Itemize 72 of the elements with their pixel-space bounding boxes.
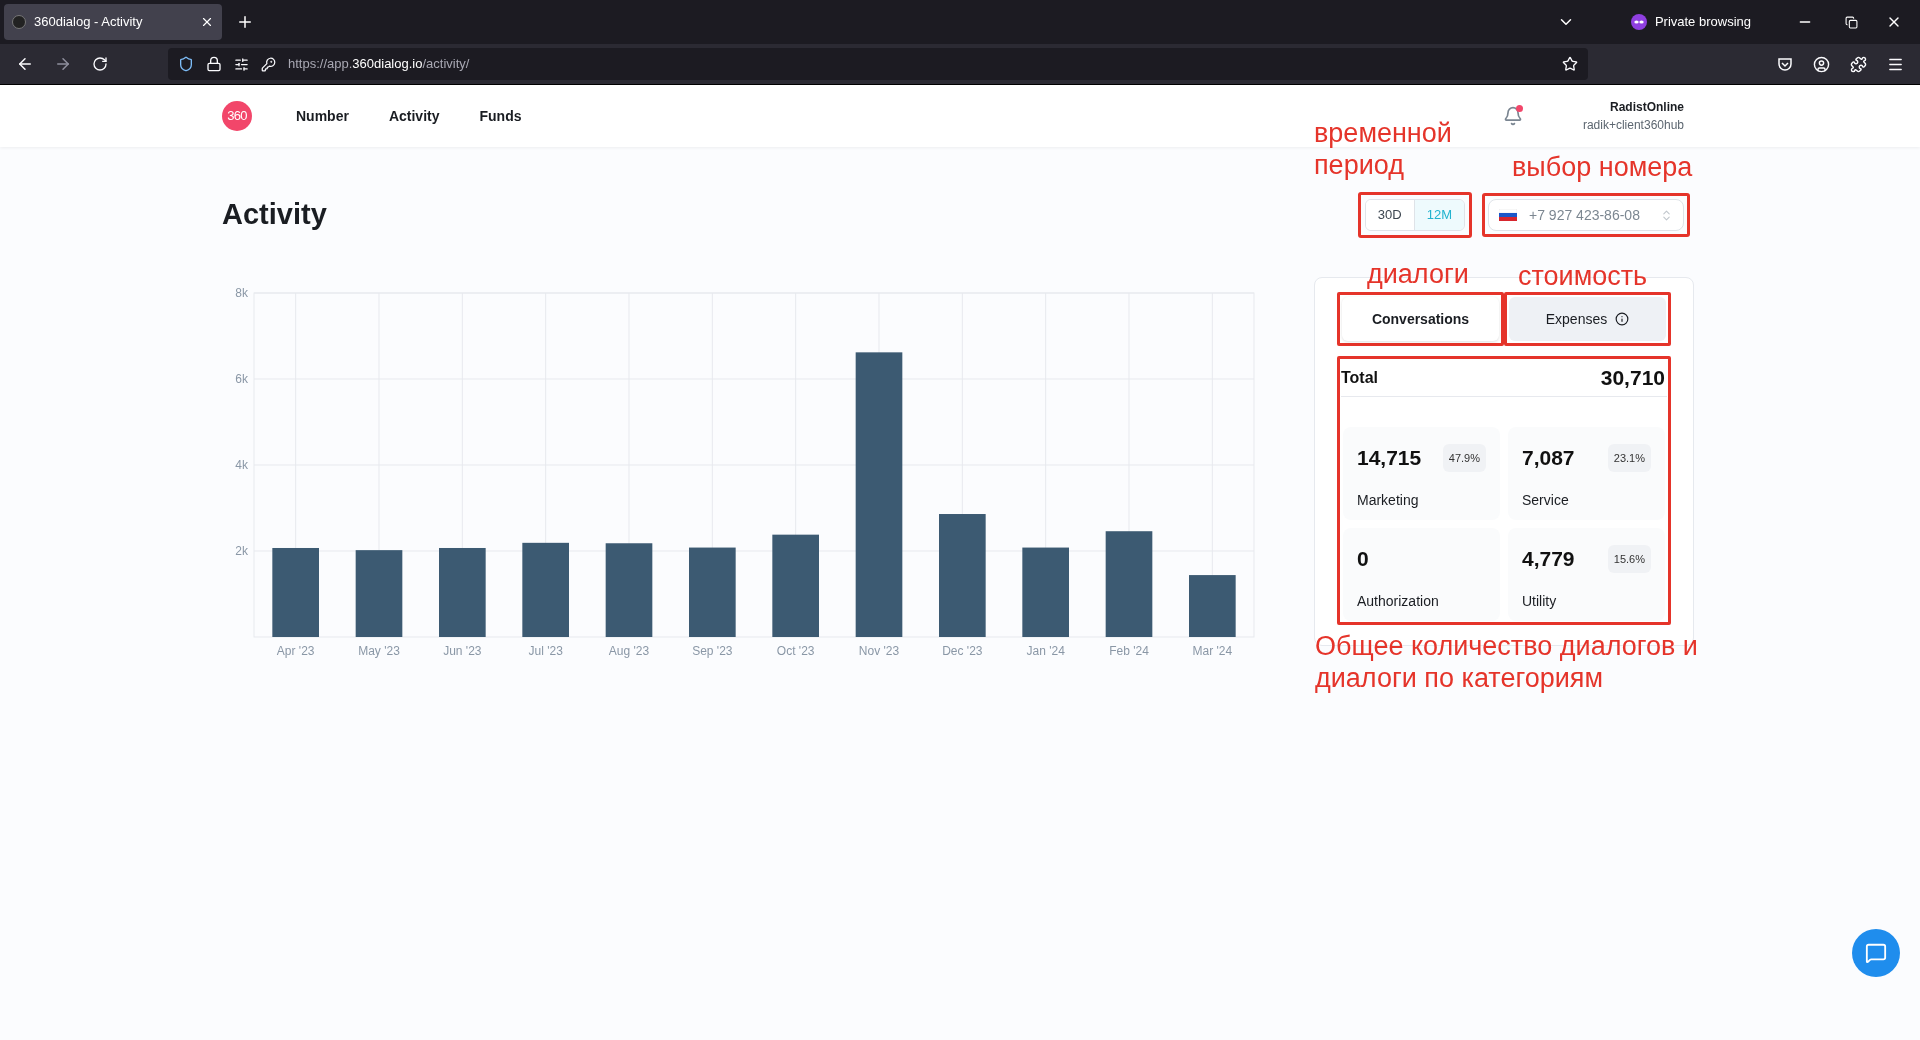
x-axis-label: Oct '23 [776, 644, 815, 658]
y-axis-label: 8k [235, 286, 248, 300]
private-browsing-label: Private browsing [1654, 13, 1751, 32]
share-badge: 23.1% [1607, 443, 1651, 472]
logo[interactable]: 360 [222, 101, 252, 131]
x-axis-label: Nov '23 [858, 644, 900, 658]
address-bar[interactable]: https://app.360dialog.io/activity/ [168, 48, 1588, 80]
category-label: Marketing [1357, 490, 1420, 510]
pocket-icon[interactable] [1777, 56, 1793, 72]
x-axis-label: Apr '23 [276, 644, 315, 658]
x-axis-label: Jan '24 [1026, 644, 1065, 658]
phone-select[interactable]: +7 927 423-86-08 [1488, 199, 1684, 231]
tab-title: 360dialog - Activity [34, 13, 144, 32]
y-axis-label: 6k [235, 372, 248, 386]
category-label: Utility [1522, 591, 1558, 611]
new-tab-icon[interactable] [236, 13, 254, 31]
restore-icon[interactable] [1845, 15, 1858, 29]
category-count: 4,779 [1522, 546, 1575, 572]
total-label: Total [1341, 367, 1379, 388]
key-icon[interactable] [261, 56, 276, 72]
info-icon [1615, 312, 1630, 326]
x-axis-label: May '23 [358, 644, 400, 658]
close-icon[interactable] [200, 15, 214, 29]
bookmark-star-icon[interactable] [1562, 56, 1578, 72]
x-axis-label: Jul '23 [528, 644, 563, 658]
user-name: RadistOnline [1610, 99, 1684, 116]
lock-icon[interactable] [206, 56, 222, 72]
browser-tab[interactable]: 360dialog - Activity [4, 4, 222, 40]
annotation-text: выбор номера [1512, 151, 1693, 183]
annotation-text: временной период [1314, 117, 1453, 181]
x-axis-label: Mar '24 [1192, 644, 1233, 658]
tab[interactable]: Conversations [1342, 297, 1499, 341]
page-title: Activity [222, 197, 328, 233]
share-badge: 47.9% [1442, 443, 1486, 472]
extensions-icon[interactable] [1850, 55, 1867, 73]
nav-link[interactable]: Number [296, 105, 349, 127]
annotation-text: Общее количество диалогов и диалоги по категориям [1315, 630, 1699, 694]
user-email: radik+client360hub [1582, 117, 1684, 134]
category-label: Authorization [1357, 591, 1440, 611]
select-caret-icon [1660, 208, 1673, 222]
account-icon[interactable] [1813, 55, 1830, 73]
x-axis-label: Dec '23 [942, 644, 983, 658]
annotation-text: диалоги [1367, 258, 1469, 290]
x-axis-label: Jun '23 [443, 644, 482, 658]
notification-bell[interactable] [1502, 106, 1523, 126]
category-count: 0 [1357, 546, 1369, 572]
chat-button[interactable] [1852, 929, 1900, 977]
phone-number: +7 927 423-86-08 [1529, 205, 1641, 225]
share-badge: 15.6% [1607, 544, 1651, 573]
x-axis-label: Sep '23 [692, 644, 733, 658]
tab[interactable]: Expenses [1509, 297, 1666, 341]
x-axis-label: Feb '24 [1109, 644, 1149, 658]
nav-link[interactable]: Funds [479, 105, 522, 127]
back-icon[interactable] [16, 55, 34, 73]
tab-favicon-icon [12, 15, 26, 29]
nav-link[interactable]: Activity [388, 105, 440, 127]
chart-bar [1189, 575, 1236, 637]
reload-icon[interactable] [92, 56, 108, 72]
annotation-text: стоимость [1518, 260, 1648, 292]
shield-icon[interactable] [178, 56, 194, 72]
forward-icon[interactable] [54, 55, 72, 73]
permissions-icon[interactable] [234, 56, 249, 72]
chat-icon [1865, 942, 1887, 964]
x-axis-label: Aug '23 [608, 644, 650, 658]
y-axis-label: 4k [235, 458, 248, 472]
russia-flag-icon [1499, 209, 1517, 221]
category-count: 7,087 [1522, 445, 1575, 471]
private-mask-icon [1630, 14, 1647, 30]
category-label: Service [1522, 490, 1570, 510]
category-count: 14,715 [1357, 445, 1422, 471]
y-axis-label: 2k [235, 544, 248, 558]
total-value: 30,710 [1600, 364, 1665, 391]
